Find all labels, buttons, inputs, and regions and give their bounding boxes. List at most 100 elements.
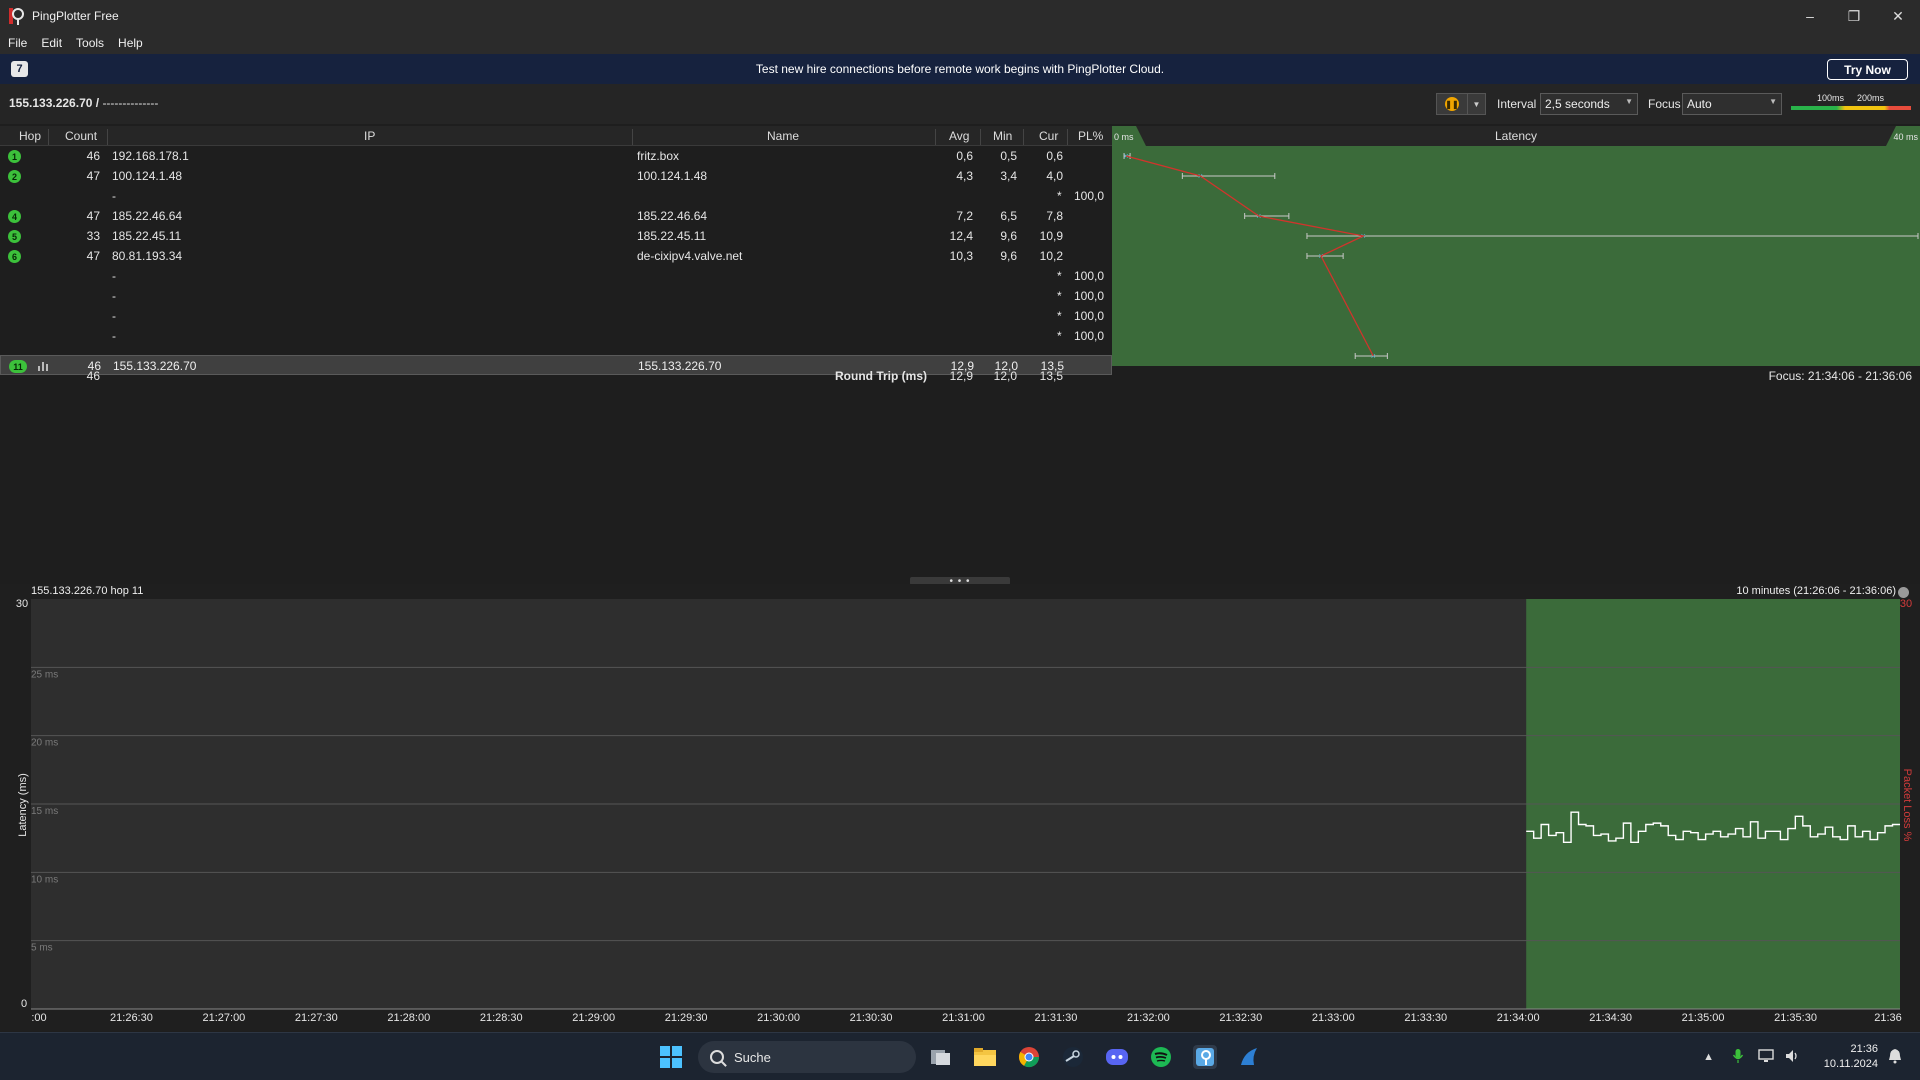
col-ip[interactable]: IP (364, 129, 375, 143)
x-tick-label: 21:35:30 (1774, 1012, 1817, 1024)
summary-label: Round Trip (ms) (835, 369, 927, 383)
x-tick-label: 21:29:00 (572, 1012, 615, 1024)
interval-value: 2,5 seconds (1545, 97, 1610, 111)
col-hop[interactable]: Hop (19, 129, 41, 143)
taskbar-search[interactable]: Suche (698, 1041, 916, 1073)
x-tick-label: 21:27:00 (202, 1012, 245, 1024)
banner-message: Test new hire connections before remote … (755, 62, 1165, 76)
hop-badge: 1 (8, 150, 21, 163)
menu-bar: File Edit Tools Help (0, 32, 1920, 54)
cell-cur: 10,9 (1039, 229, 1063, 243)
x-tick-label: 21:30:00 (757, 1012, 800, 1024)
x-tick-label: 21:34:00 (1497, 1012, 1540, 1024)
file-explorer-icon[interactable] (973, 1045, 997, 1069)
discord-icon[interactable] (1105, 1045, 1129, 1069)
focus-label: Focus (1648, 97, 1681, 111)
timeline-chart[interactable]: 30 0 30 Latency (ms) Packet Loss % 25 ms… (0, 595, 1920, 1032)
col-pl[interactable]: PL% (1078, 129, 1103, 143)
table-row[interactable]: - * 100,0 (0, 326, 1112, 346)
minimize-button[interactable]: – (1788, 0, 1832, 32)
latency-graph[interactable]: 0 ms 40 ms Latency ×××××× (1112, 126, 1920, 366)
round-trip-row: 46 Round Trip (ms) 12,9 12,0 13,5 Focus:… (0, 366, 1920, 386)
app-icon[interactable] (1237, 1045, 1261, 1069)
notification-icon[interactable] (1888, 1048, 1902, 1067)
cell-ip: - (112, 289, 116, 303)
cell-cur: 7,8 (1046, 209, 1063, 223)
cell-count: 47 (86, 209, 100, 223)
chevron-up-icon[interactable]: ▲ (1703, 1051, 1714, 1063)
table-row[interactable]: - * 100,0 (0, 306, 1112, 326)
try-now-button[interactable]: Try Now (1827, 59, 1908, 80)
focus-select[interactable]: Auto ▼ (1682, 93, 1782, 115)
cell-ip: 100.124.1.48 (112, 169, 183, 183)
target-name: -------------- (102, 96, 159, 110)
microphone-icon[interactable] (1732, 1048, 1744, 1067)
volume-icon[interactable] (1784, 1048, 1800, 1067)
pause-control: ❚❚ ▼ (1436, 93, 1486, 115)
table-row[interactable]: 6 47 80.81.193.34 de-cixipv4.valve.net 1… (0, 246, 1112, 266)
table-row[interactable]: - * 100,0 (0, 286, 1112, 306)
window-title: PingPlotter Free (32, 9, 119, 23)
menu-help[interactable]: Help (118, 36, 143, 50)
col-count[interactable]: Count (65, 129, 97, 143)
network-icon[interactable] (1758, 1048, 1774, 1067)
x-tick-label: 21:35:00 (1682, 1012, 1725, 1024)
interval-select[interactable]: 2,5 seconds ▼ (1540, 93, 1638, 115)
chrome-icon[interactable] (1017, 1045, 1041, 1069)
cell-cur: 4,0 (1046, 169, 1063, 183)
table-row[interactable]: - * 100,0 (0, 186, 1112, 206)
x-tick-label: 21:34:30 (1589, 1012, 1632, 1024)
menu-tools[interactable]: Tools (76, 36, 104, 50)
col-name[interactable]: Name (767, 129, 799, 143)
cell-count: 47 (86, 169, 100, 183)
system-clock[interactable]: 21:36 10.11.2024 (1824, 1042, 1878, 1072)
cell-avg: 12,4 (949, 229, 973, 243)
x-tick-label: 21:26:30 (110, 1012, 153, 1024)
pause-button[interactable]: ❚❚ (1437, 94, 1467, 114)
target-address: 155.133.226.70 / -------------- (9, 96, 158, 110)
col-cur[interactable]: Cur (1039, 129, 1058, 143)
cell-ip: 192.168.178.1 (112, 149, 189, 163)
spotify-icon[interactable] (1149, 1045, 1173, 1069)
cell-min: 0,5 (1000, 149, 1017, 163)
close-button[interactable]: ✕ (1876, 0, 1920, 32)
pingplotter-app-icon (9, 8, 24, 25)
cell-ip: - (112, 329, 116, 343)
col-avg[interactable]: Avg (949, 129, 969, 143)
cell-min: 6,5 (1000, 209, 1017, 223)
x-tick-label: 21:28:00 (387, 1012, 430, 1024)
table-row[interactable]: - * 100,0 (0, 266, 1112, 286)
grid-label: 10 ms (31, 874, 58, 885)
steam-icon[interactable] (1061, 1045, 1085, 1069)
interval-label: Interval (1497, 97, 1537, 111)
table-row[interactable]: 1 46 192.168.178.1 fritz.box 0,6 0,5 0,6 (0, 146, 1112, 166)
grid-label: 20 ms (31, 738, 58, 749)
table-row[interactable]: 2 47 100.124.1.48 100.124.1.48 4,3 3,4 4… (0, 166, 1112, 186)
summary-avg: 12,9 (949, 369, 973, 383)
table-row[interactable]: 5 33 185.22.45.11 185.22.45.11 12,4 9,6 … (0, 226, 1112, 246)
cell-star: * (1057, 269, 1062, 283)
x-tick-label: 21:29:30 (665, 1012, 708, 1024)
restore-button[interactable]: ❐ (1832, 0, 1876, 32)
pause-dropdown-icon[interactable]: ▼ (1467, 94, 1485, 114)
col-min[interactable]: Min (993, 129, 1012, 143)
cell-count: 46 (86, 149, 100, 163)
menu-edit[interactable]: Edit (41, 36, 62, 50)
y2-axis-label: Packet Loss % (1901, 769, 1913, 842)
x-tick-label: :00 (31, 1012, 46, 1024)
x-tick-label: 21:33:00 (1312, 1012, 1355, 1024)
task-view-icon[interactable] (929, 1045, 953, 1069)
y-axis-label: Latency (ms) (17, 773, 29, 837)
windows-start-icon[interactable] (659, 1045, 683, 1069)
x-tick-label: 21:32:00 (1127, 1012, 1170, 1024)
menu-file[interactable]: File (8, 36, 27, 50)
cell-star: * (1057, 189, 1062, 203)
y2-max-label: 30 (1900, 598, 1912, 610)
hop-badge: 2 (8, 170, 21, 183)
cell-pl: 100,0 (1073, 309, 1104, 323)
pingplotter-taskbar-icon[interactable] (1193, 1045, 1217, 1069)
cell-avg: 7,2 (956, 209, 973, 223)
y-max-label: 30 (16, 598, 28, 610)
cell-cur: 0,6 (1046, 149, 1063, 163)
table-row[interactable]: 4 47 185.22.46.64 185.22.46.64 7,2 6,5 7… (0, 206, 1112, 226)
